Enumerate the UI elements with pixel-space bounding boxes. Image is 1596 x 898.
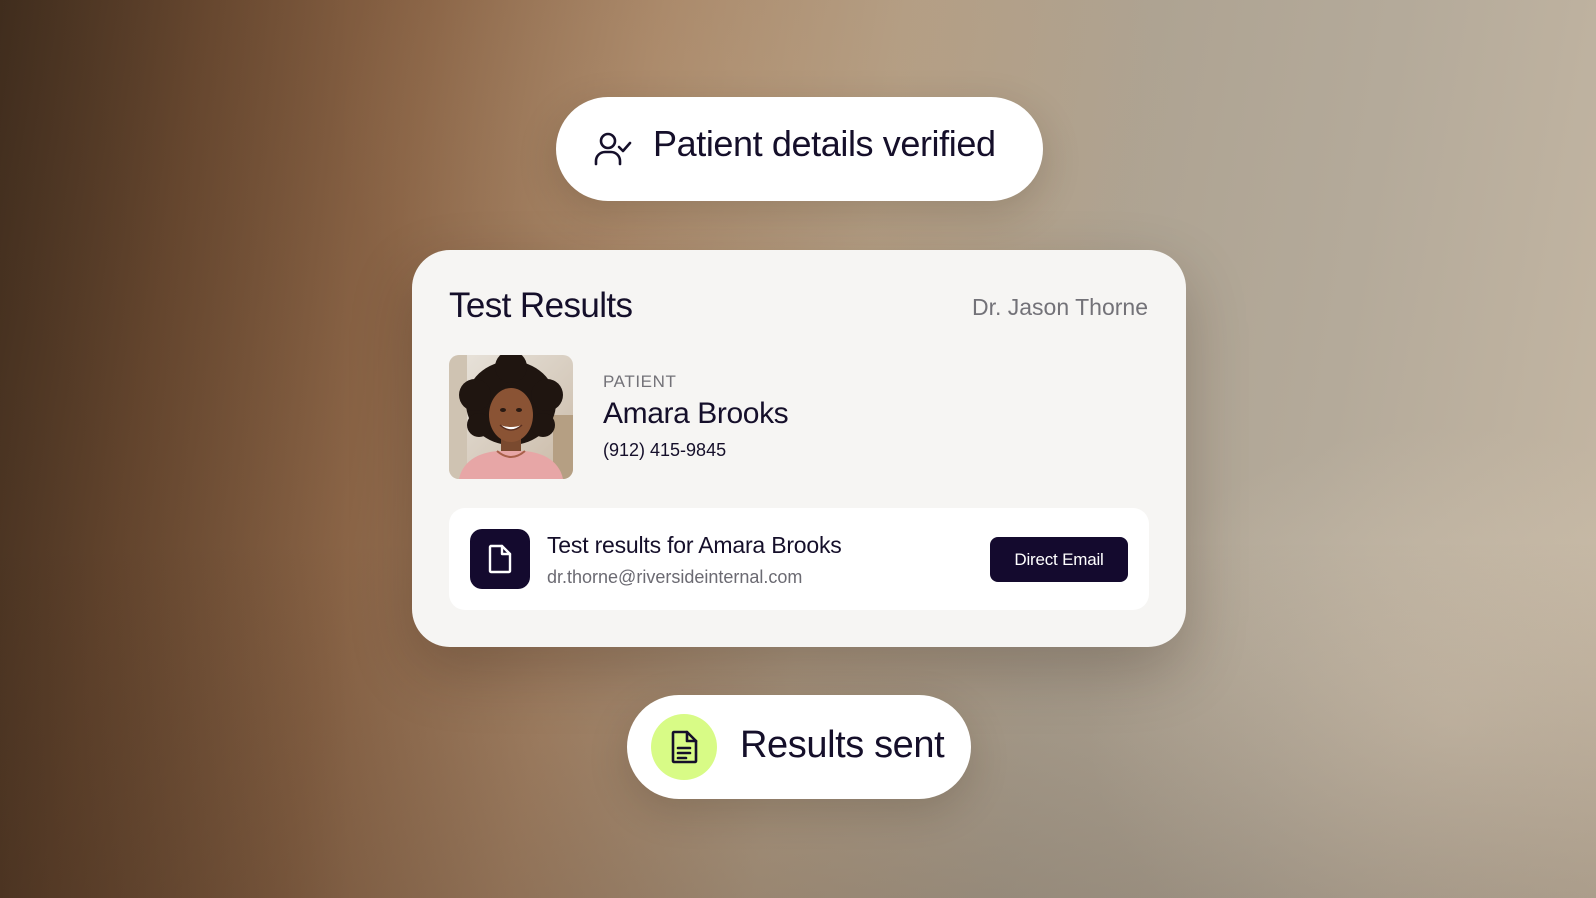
patient-avatar: [449, 355, 573, 479]
test-results-card: Test Results Dr. Jason Thorne PATIENT Am…: [412, 250, 1186, 647]
results-icon-circle: [651, 714, 717, 780]
verified-badge-label: Patient details verified: [653, 123, 996, 164]
patient-section-label: PATIENT: [603, 372, 677, 391]
user-check-icon: [594, 131, 632, 167]
result-title: Test results for Amara Brooks: [547, 532, 842, 558]
patient-name: Amara Brooks: [603, 397, 789, 430]
patient-verified-badge: Patient details verified: [556, 97, 1043, 201]
doctor-name: Dr. Jason Thorne: [971, 294, 1148, 320]
document-icon: [470, 529, 530, 589]
direct-email-button[interactable]: Direct Email: [990, 537, 1128, 582]
doctor-email: dr.thorne@riversideinternal.com: [547, 567, 803, 587]
results-sent-label: Results sent: [740, 724, 945, 766]
test-result-item[interactable]: Test results for Amara Brooks dr.thorne@…: [449, 508, 1149, 610]
results-sent-badge: Results sent: [627, 695, 971, 799]
document-icon: [671, 730, 698, 764]
card-title: Test Results: [449, 286, 633, 325]
patient-phone: (912) 415-9845: [603, 440, 727, 460]
